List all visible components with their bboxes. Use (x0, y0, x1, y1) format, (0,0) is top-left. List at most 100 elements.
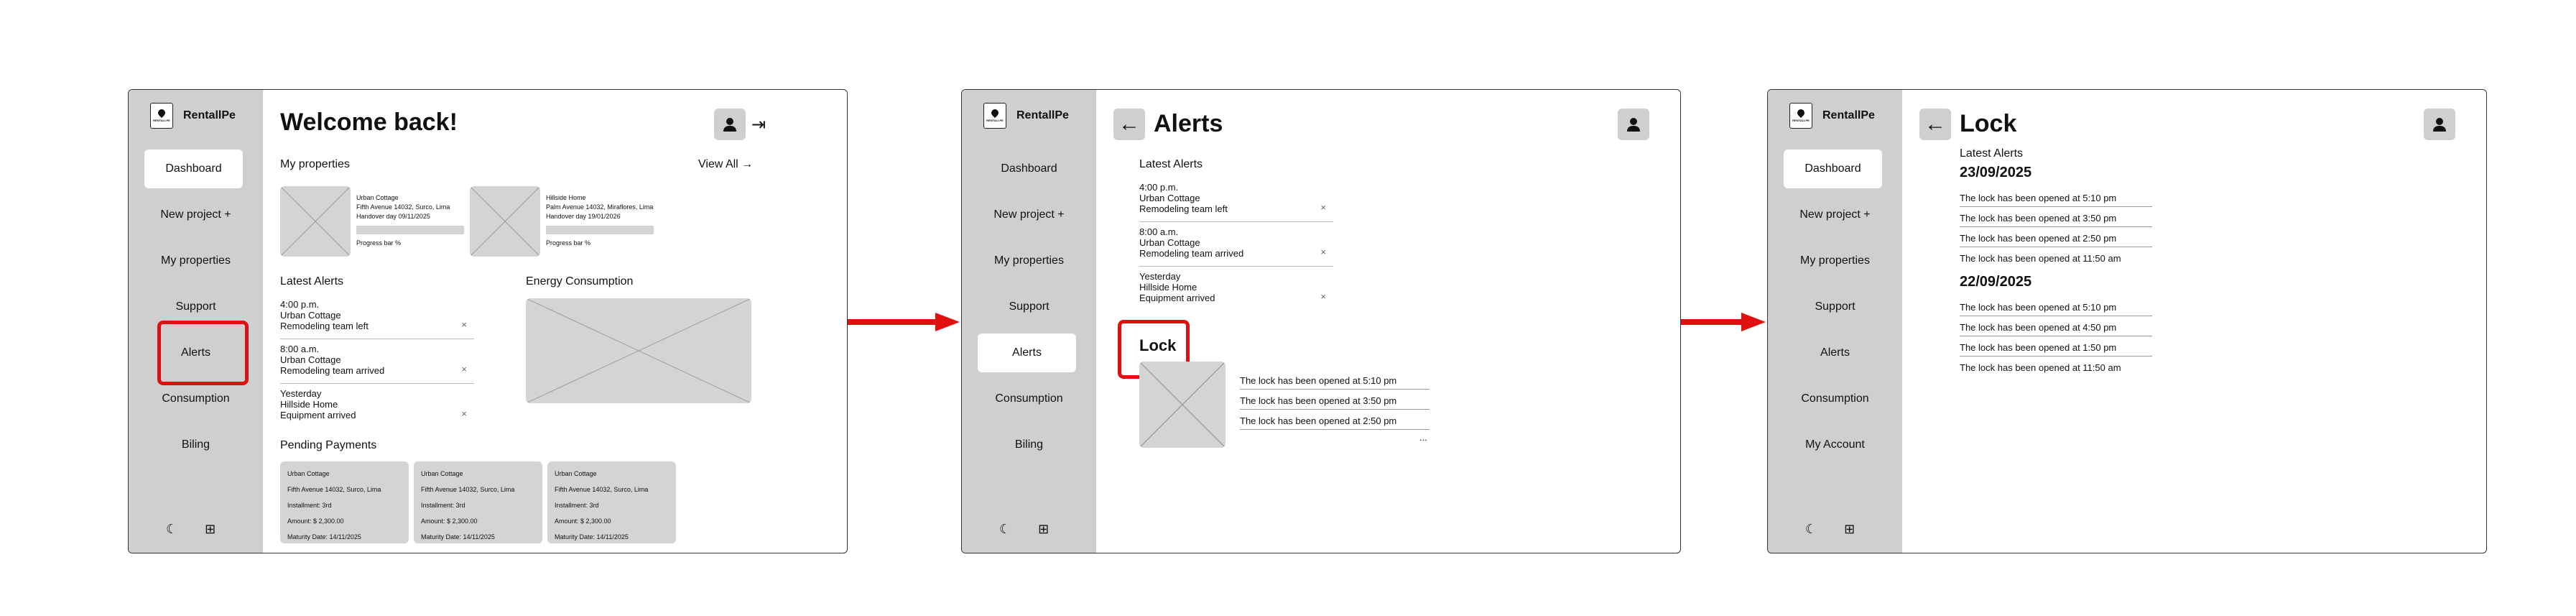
flow-arrow-head (935, 313, 960, 331)
nav-my-account[interactable]: My Account (1768, 426, 1902, 464)
dark-mode-icon[interactable]: ☾ (1805, 522, 1817, 537)
alert-item[interactable]: 8:00 a.m. Urban Cottage Remodeling team ar… (1139, 226, 1333, 267)
nav-my-properties[interactable]: My properties (1768, 242, 1902, 280)
nav-billing[interactable]: Biling (129, 426, 263, 464)
lock-event: The lock has been opened at 4:50 pm (1960, 320, 2152, 336)
user-icon[interactable] (1618, 109, 1649, 140)
user-icon[interactable] (2424, 109, 2455, 140)
nav-billing[interactable]: Biling (962, 426, 1096, 464)
section-my-properties: My properties (280, 158, 350, 170)
payment-card[interactable]: Urban Cottage Fifth Avenue 14032, Surco, … (414, 461, 542, 543)
lock-event: The lock has been opened at 1:50 pm (1960, 340, 2152, 357)
back-arrow-icon[interactable]: ← (1919, 109, 1951, 140)
language-icon[interactable]: ⊞ (1038, 522, 1049, 537)
logo-icon: RENTALLPE (983, 103, 1006, 129)
logo-icon: RENTALLPE (150, 103, 173, 129)
main-content: Welcome back! ⇥ My properties View All →… (263, 90, 847, 553)
flow-arrow-head (1741, 313, 1766, 331)
alert-item[interactable]: Yesterday Hillside Home Equipment arrived … (280, 388, 474, 428)
section-latest-alerts: Latest Alerts (280, 275, 344, 288)
flow-arrow (848, 319, 937, 325)
nav-dashboard[interactable]: Dashboard (1784, 150, 1882, 188)
lock-event: The lock has been opened at 2:50 pm (1960, 231, 2152, 247)
flow-arrow (1681, 319, 1743, 325)
property-card-2[interactable]: Hillside Home Palm Avenue 14032, Miraflor… (546, 193, 654, 248)
alert-item[interactable]: 4:00 p.m. Urban Cottage Remodeling team le… (1139, 182, 1333, 222)
property-image[interactable] (280, 186, 351, 257)
back-arrow-icon[interactable]: ← (1113, 109, 1145, 140)
lock-event: The lock has been opened at 5:10 pm (1240, 373, 1430, 390)
screen-dashboard: RENTALLPE RentallPe Dashboard New projec… (128, 89, 848, 553)
nav-consumption[interactable]: Consumption (962, 380, 1096, 418)
page-title: Welcome back! (280, 109, 458, 136)
alert-item[interactable]: 8:00 a.m. Urban Cottage Remodeling team ar… (280, 344, 474, 384)
page-title: Alerts (1154, 110, 1223, 137)
logo-icon: RENTALLPE (1789, 103, 1812, 129)
nav-new-project[interactable]: New project + (129, 196, 263, 234)
section-latest-alerts: Latest Alerts (1960, 147, 2024, 160)
screen-alerts: RENTALLPE RentallPe Dashboard New projec… (961, 89, 1681, 553)
payment-card[interactable]: Urban Cottage Fifth Avenue 14032, Surco, … (280, 461, 409, 543)
dismiss-icon[interactable]: × (1320, 291, 1326, 302)
dismiss-icon[interactable]: × (1320, 247, 1326, 257)
brand-name: RentallPe (1016, 109, 1069, 121)
section-energy: Energy Consumption (526, 275, 634, 288)
lock-event: The lock has been opened at 5:10 pm (1960, 300, 2152, 316)
logout-icon[interactable]: ⇥ (751, 114, 766, 135)
section-latest-alerts: Latest Alerts (1139, 158, 1203, 170)
user-icon[interactable] (714, 109, 746, 140)
date-heading: 22/09/2025 (1960, 274, 2032, 290)
dismiss-icon[interactable]: × (461, 319, 467, 330)
screen-lock: RENTALLPE RentallPe Dashboard New projec… (1767, 89, 2487, 553)
date-heading: 23/09/2025 (1960, 165, 2032, 180)
nav-support[interactable]: Support (1768, 288, 1902, 326)
sidebar: RENTALLPE RentallPe Dashboard New projec… (962, 90, 1096, 553)
section-pending-payments: Pending Payments (280, 439, 377, 451)
nav-my-properties[interactable]: My properties (962, 242, 1096, 280)
highlight-alerts (157, 321, 249, 385)
payment-card[interactable]: Urban Cottage Fifth Avenue 14032, Surco, … (547, 461, 676, 543)
brand-name: RentallPe (183, 109, 236, 121)
nav-new-project[interactable]: New project + (1768, 196, 1902, 234)
lock-event: The lock has been opened at 11:50 am (1960, 362, 2121, 373)
lock-event: The lock has been opened at 3:50 pm (1240, 393, 1430, 410)
property-card-1[interactable]: Urban Cottage Fifth Avenue 14032, Surco, … (356, 193, 464, 248)
page-title: Lock (1960, 110, 2017, 137)
sidebar: RENTALLPE RentallPe Dashboard New projec… (1768, 90, 1902, 553)
property-image[interactable] (470, 186, 540, 257)
alert-item[interactable]: 4:00 p.m. Urban Cottage Remodeling team le… (280, 299, 474, 339)
language-icon[interactable]: ⊞ (1844, 522, 1855, 537)
alert-item[interactable]: Yesterday Hillside Home Equipment arrived … (1139, 271, 1333, 311)
view-all-link[interactable]: View All → (698, 158, 753, 171)
more-link[interactable]: ... (1419, 432, 1427, 443)
main-content: ← Lock Latest Alerts 23/09/2025 The lock… (1902, 90, 2486, 553)
lock-event: The lock has been opened at 11:50 am (1960, 253, 2121, 264)
nav-alerts[interactable]: Alerts (978, 334, 1076, 372)
brand[interactable]: RENTALLPE RentallPe (150, 103, 236, 129)
dismiss-icon[interactable]: × (461, 408, 467, 419)
lock-event: The lock has been opened at 5:10 pm (1960, 190, 2152, 207)
energy-chart-placeholder (526, 298, 751, 403)
brand[interactable]: RENTALLPE RentallPe (983, 103, 1069, 129)
nav-support[interactable]: Support (962, 288, 1096, 326)
lock-event: The lock has been opened at 3:50 pm (1960, 211, 2152, 227)
dark-mode-icon[interactable]: ☾ (999, 522, 1011, 537)
lock-image[interactable] (1139, 362, 1226, 448)
nav-consumption[interactable]: Consumption (1768, 380, 1902, 418)
dark-mode-icon[interactable]: ☾ (166, 522, 177, 537)
main-content: ← Alerts Latest Alerts 4:00 p.m. Urban Co… (1096, 90, 1680, 553)
section-lock[interactable]: Lock (1139, 336, 1176, 355)
nav-my-properties[interactable]: My properties (129, 242, 263, 280)
progress-bar (356, 226, 464, 234)
language-icon[interactable]: ⊞ (205, 522, 216, 537)
brand-name: RentallPe (1822, 109, 1875, 121)
nav-dashboard[interactable]: Dashboard (144, 150, 243, 188)
nav-dashboard[interactable]: Dashboard (962, 150, 1096, 188)
dismiss-icon[interactable]: × (1320, 202, 1326, 213)
dismiss-icon[interactable]: × (461, 364, 467, 374)
progress-bar (546, 226, 654, 234)
nav-consumption[interactable]: Consumption (129, 380, 263, 418)
nav-alerts[interactable]: Alerts (1768, 334, 1902, 372)
nav-new-project[interactable]: New project + (962, 196, 1096, 234)
brand[interactable]: RENTALLPE RentallPe (1789, 103, 1875, 129)
